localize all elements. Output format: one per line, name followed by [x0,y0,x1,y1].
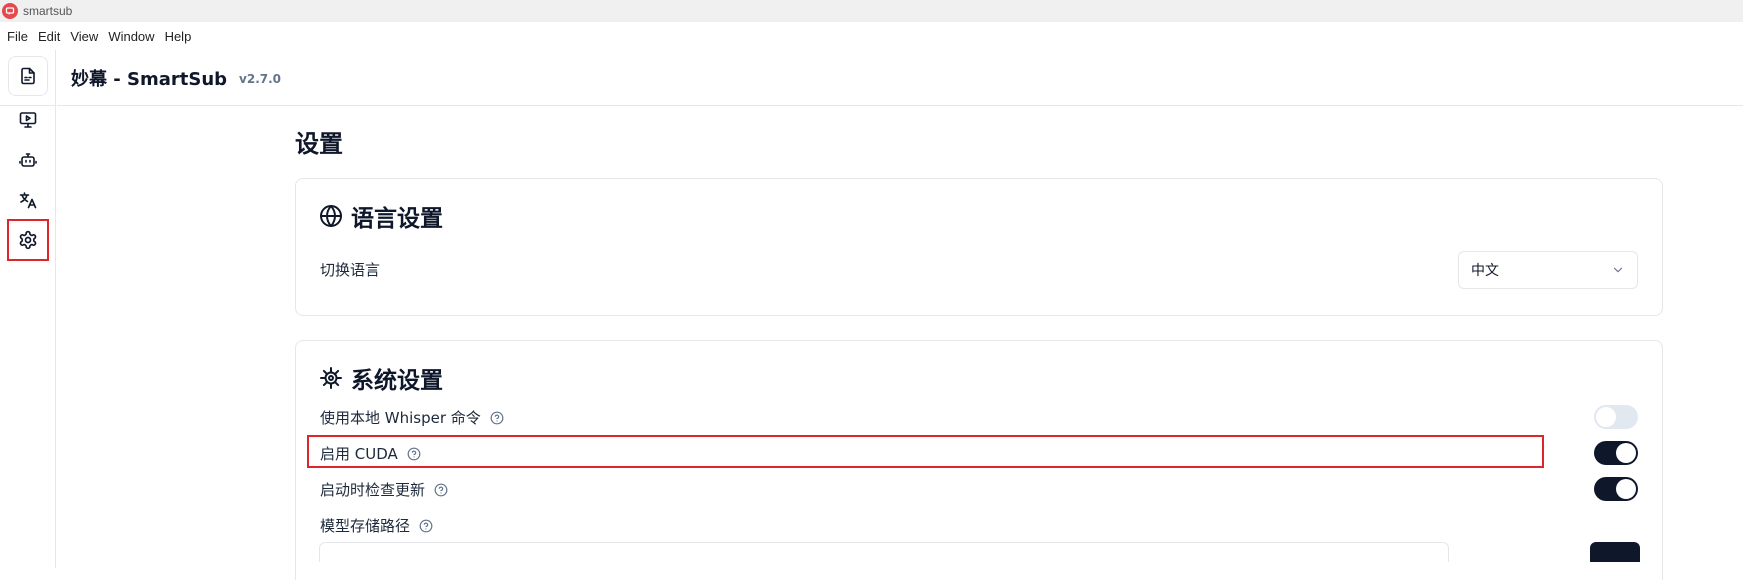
toggle-knob [1616,443,1636,463]
help-circle-icon[interactable] [490,411,504,425]
window-title: smartsub [23,4,73,18]
menu-help[interactable]: Help [160,29,197,44]
globe-icon [319,204,351,228]
model-path-input[interactable] [319,542,1449,562]
cuda-row-highlight [307,435,1544,468]
translate-icon [18,190,38,210]
check-updates-label: 启动时检查更新 [320,479,448,500]
toggle-knob [1616,479,1636,499]
system-settings-heading: 系统设置 [351,368,443,394]
settings-page: 设置 语言设置 切换语言 中文 系统设置 使用本地 Whisper 命令 启用 … [57,106,1743,580]
cuda-toggle[interactable] [1594,441,1638,465]
local-whisper-label: 使用本地 Whisper 命令 [320,407,504,428]
gear-icon [18,230,38,250]
subtitle-file-icon [18,66,38,86]
check-updates-text: 启动时检查更新 [320,481,426,499]
language-select[interactable]: 中文 [1458,251,1638,289]
app-logo-icon [2,3,18,19]
local-whisper-text: 使用本地 Whisper 命令 [320,409,481,427]
local-whisper-toggle[interactable] [1594,405,1638,429]
menu-view[interactable]: View [65,29,103,44]
title-bar: smartsub [0,0,1743,22]
system-settings-card: 系统设置 使用本地 Whisper 命令 启用 CUDA 启动时检查更新 模型存… [295,340,1663,580]
check-updates-toggle[interactable] [1594,477,1638,501]
page-title: 设置 [295,130,343,158]
help-circle-icon[interactable] [434,483,448,497]
help-circle-icon[interactable] [419,519,433,533]
system-settings-title: 系统设置 [319,361,443,395]
chevron-down-icon [1611,263,1625,277]
video-play-icon [18,110,38,130]
help-circle-icon[interactable] [407,447,421,461]
sidebar-item-translation[interactable] [8,180,48,220]
sidebar-item-settings[interactable] [7,219,49,261]
switch-language-label: 切换语言 [320,261,381,279]
sidebar [0,50,56,568]
bot-icon [18,150,38,170]
menu-file[interactable]: File [2,29,33,44]
cog-icon [319,366,351,390]
model-path-label: 模型存储路径 [320,515,433,536]
menu-bar: File Edit View Window Help [0,22,1743,50]
app-header: 妙幕 - SmartSub v2.7.0 [57,50,1743,106]
cuda-text: 启用 CUDA [320,445,398,463]
cuda-label: 启用 CUDA [320,443,421,464]
version-badge: v2.7.0 [239,72,282,86]
model-path-text: 模型存储路径 [320,517,411,535]
app-title: 妙幕 - SmartSub [71,68,228,90]
language-select-value: 中文 [1471,263,1499,279]
sidebar-home-button[interactable] [8,56,48,96]
menu-edit[interactable]: Edit [33,29,65,44]
toggle-knob [1596,407,1616,427]
sidebar-item-models[interactable] [8,140,48,180]
language-settings-title: 语言设置 [319,199,443,233]
model-path-browse-button[interactable] [1590,542,1640,562]
language-settings-card: 语言设置 切换语言 中文 [295,178,1663,316]
language-settings-heading: 语言设置 [351,206,443,232]
sidebar-item-tasks[interactable] [8,100,48,140]
menu-window[interactable]: Window [103,29,159,44]
